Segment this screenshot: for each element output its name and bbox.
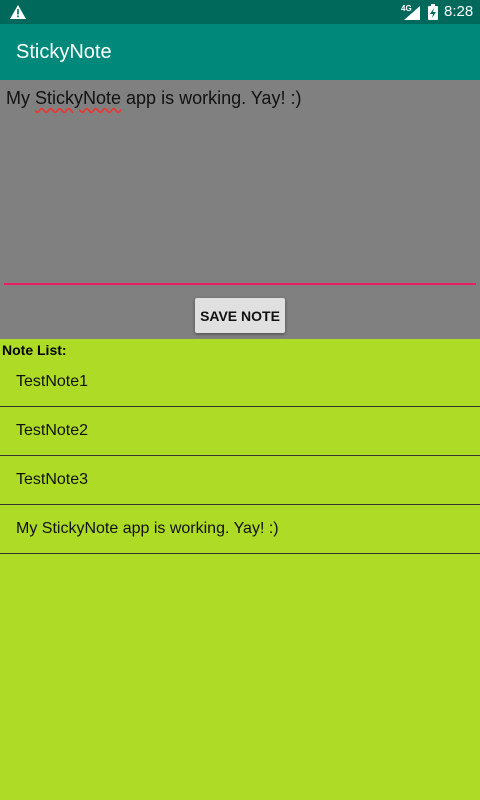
- note-editor[interactable]: My StickyNote app is working. Yay! :) SA…: [0, 80, 480, 339]
- app-bar: StickyNote: [0, 24, 480, 80]
- clock: 8:28: [444, 3, 474, 20]
- list-item[interactable]: TestNote3: [0, 456, 480, 505]
- list-item[interactable]: TestNote1: [0, 358, 480, 407]
- note-text-part: app is working. Yay! :): [121, 88, 302, 108]
- spellcheck-flagged-word[interactable]: StickyNote: [35, 88, 121, 108]
- note-list-header: Note List:: [2, 342, 67, 358]
- signal-icon: [404, 6, 420, 20]
- battery-charging-icon: [428, 4, 438, 20]
- list-item[interactable]: My StickyNote app is working. Yay! :): [0, 505, 480, 554]
- app-title: StickyNote: [16, 41, 112, 63]
- list-item[interactable]: TestNote2: [0, 407, 480, 456]
- note-input[interactable]: My StickyNote app is working. Yay! :): [6, 88, 301, 109]
- input-underline: [4, 283, 476, 285]
- status-bar: 4G 8:28: [0, 0, 480, 24]
- note-list: TestNote1 TestNote2 TestNote3 My StickyN…: [0, 358, 480, 554]
- save-note-button[interactable]: SAVE NOTE: [195, 298, 285, 333]
- note-text-part: My: [6, 88, 35, 108]
- warning-icon: [10, 5, 26, 19]
